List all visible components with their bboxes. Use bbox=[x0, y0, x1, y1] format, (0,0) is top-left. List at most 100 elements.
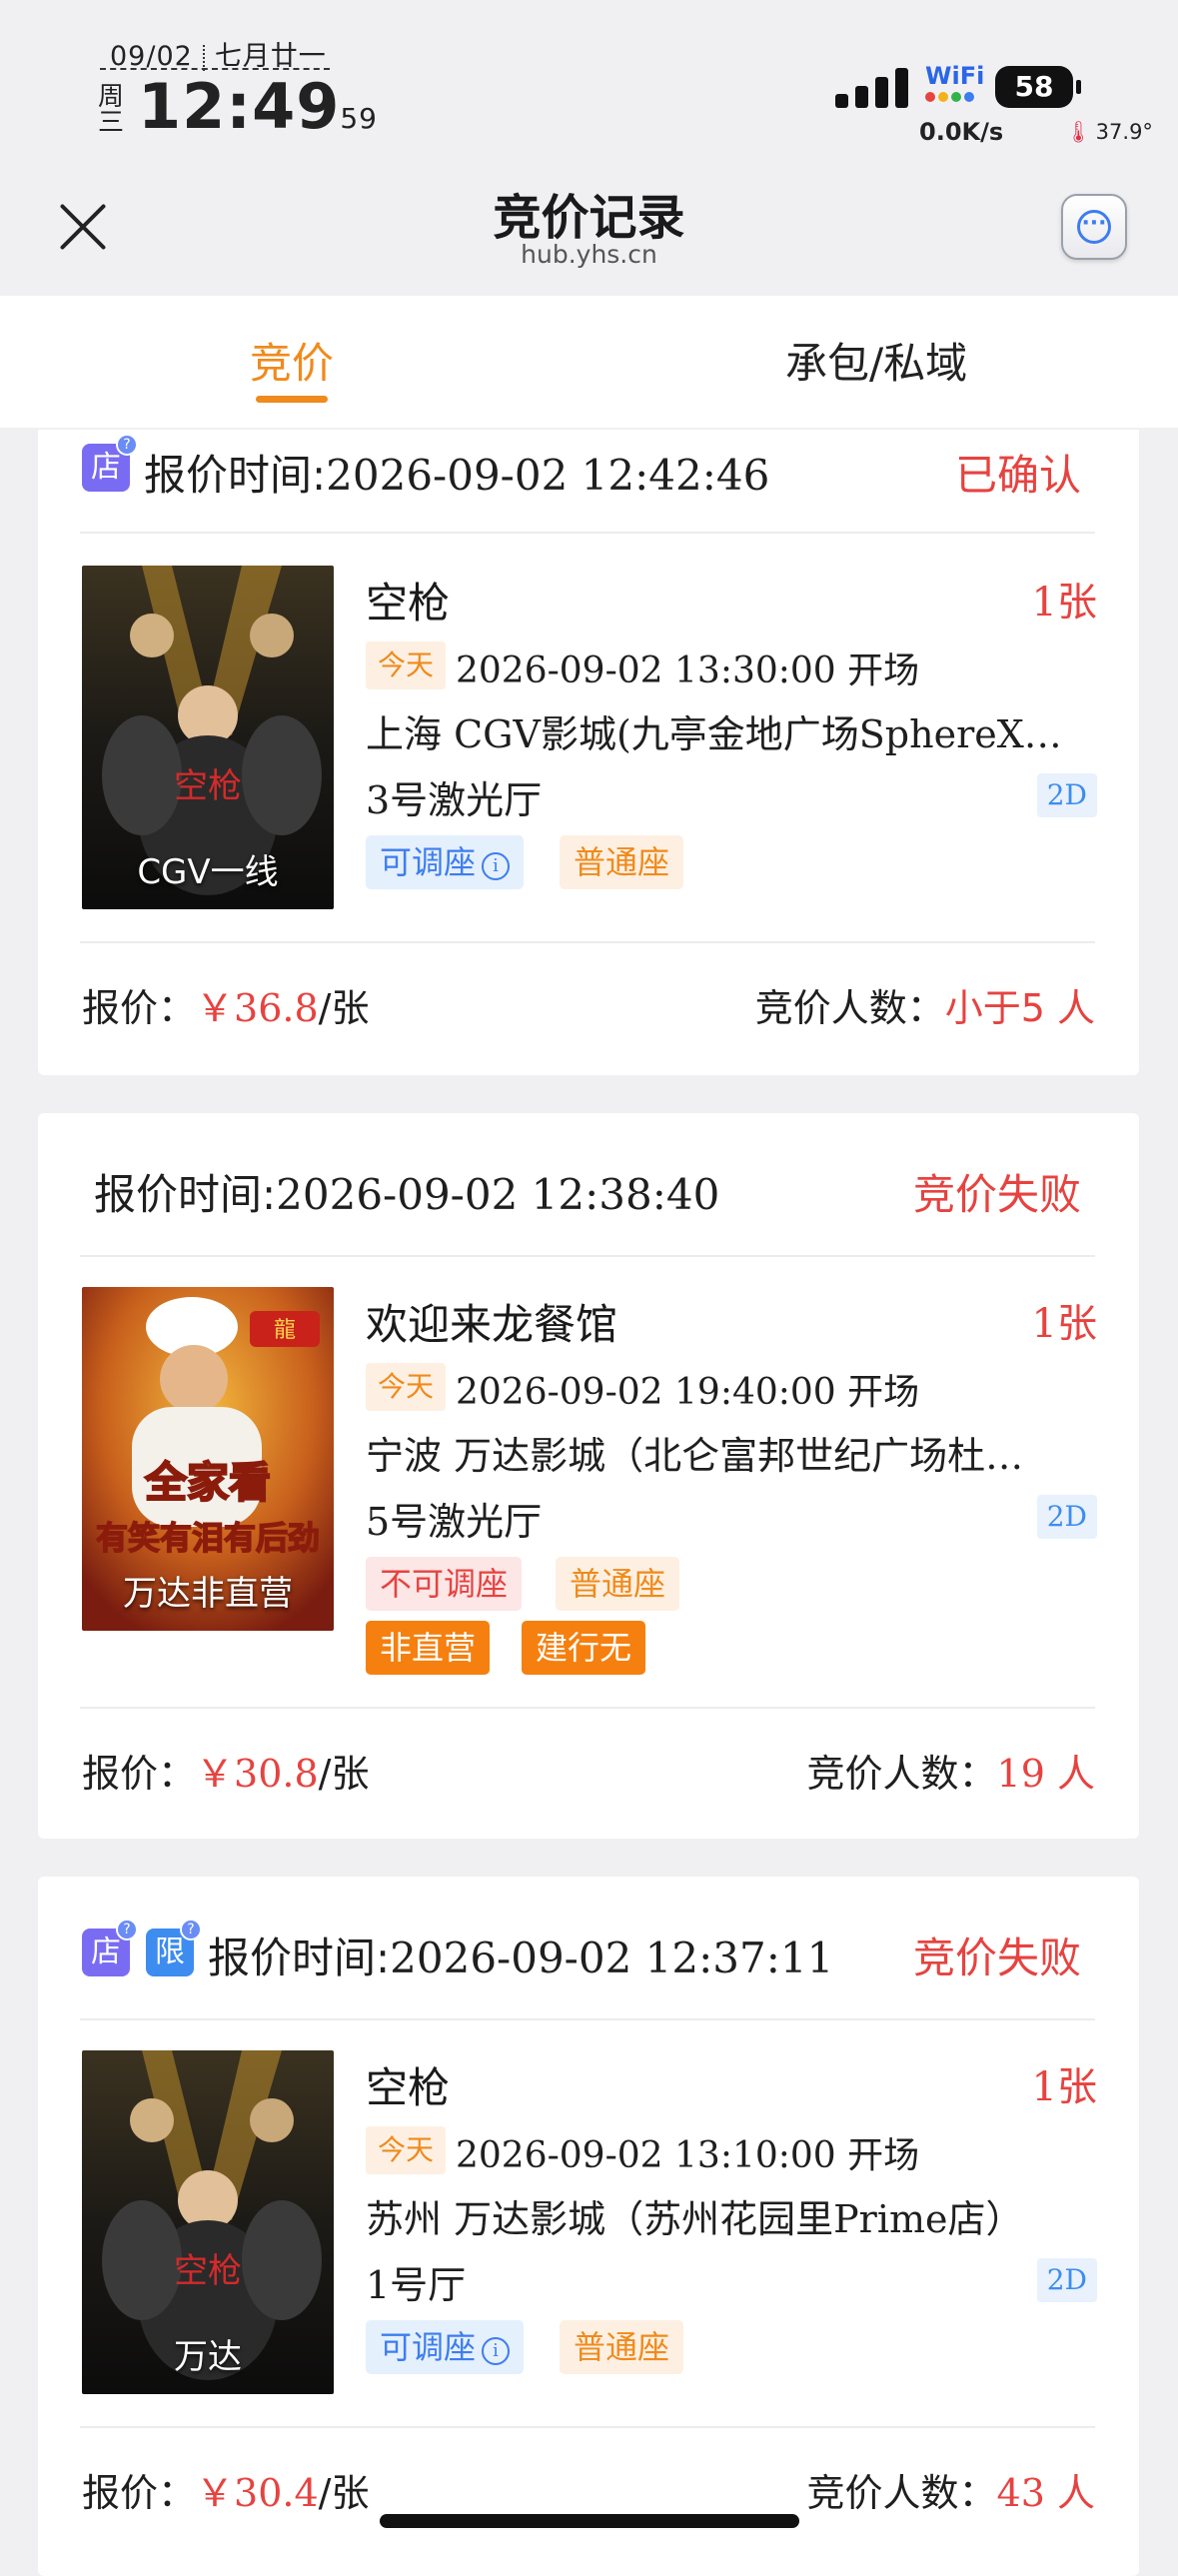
divider bbox=[80, 532, 1095, 534]
cinema-name: 宁波 万达影城（北仑富邦世纪广场杜… bbox=[366, 1434, 1024, 1478]
bidder-count-label: 竞价人数： bbox=[754, 986, 945, 1030]
seat-adjustable-tag[interactable]: 可调座 i bbox=[366, 2320, 525, 2374]
info-icon[interactable]: i bbox=[482, 2337, 511, 2365]
battery-icon: 58 bbox=[995, 66, 1081, 108]
bidder-count-unit: 人 bbox=[1056, 986, 1095, 1030]
page-subtitle: hub.yhs.cn bbox=[521, 240, 657, 269]
quote-time: 报价时间:2026-09-02 12:38:40 bbox=[94, 1161, 719, 1222]
divider bbox=[80, 941, 1095, 943]
help-icon: ? bbox=[116, 434, 138, 456]
bid-price-unit: /张 bbox=[318, 2471, 370, 2515]
format-badge: 2D bbox=[1036, 1495, 1097, 1539]
info-icon[interactable]: i bbox=[482, 852, 511, 880]
tab-active-indicator bbox=[256, 396, 328, 403]
divider bbox=[80, 1255, 1095, 1257]
seat-not-adjustable-tag: 不可调座 bbox=[366, 1557, 523, 1611]
temperature-value: 37.9° bbox=[1095, 120, 1153, 144]
net-speed: 0.0K/s bbox=[919, 118, 1004, 146]
bidder-count-value: 43 bbox=[996, 2471, 1045, 2515]
cinema-name: 苏州 万达影城（苏州花园里Prime店） bbox=[366, 2197, 1024, 2241]
ticket-quantity-number: 1 bbox=[1031, 580, 1057, 626]
tab-bar: 竞价 承包/私域 bbox=[0, 296, 1178, 428]
temperature: 🌡 37.9° bbox=[1065, 120, 1153, 145]
show-time-suffix: 开场 bbox=[847, 1372, 920, 1413]
limit-badge-label: 限 bbox=[155, 1934, 185, 1969]
movie-title: 欢迎来龙餐馆 bbox=[366, 1300, 618, 1349]
ticket-quantity: 1张 bbox=[1032, 2054, 1097, 2112]
bidder-count: 竞价人数：43 人 bbox=[807, 2462, 1095, 2517]
wifi-label: WiFi bbox=[925, 62, 985, 90]
quote-time-value: 2026-09-02 12:37:11 bbox=[390, 1933, 834, 1982]
store-badge-label: 店 bbox=[91, 1934, 121, 1969]
bidder-count-unit: 人 bbox=[1056, 2471, 1095, 2515]
bid-price: 报价：￥36.8/张 bbox=[82, 977, 369, 1032]
ticket-quantity-number: 1 bbox=[1031, 1301, 1057, 1347]
limit-badge[interactable]: 限? bbox=[146, 1919, 202, 1976]
hall-name: 5号激光厅 bbox=[366, 1500, 543, 1544]
poster-caption: 万达 bbox=[174, 2337, 242, 2377]
store-badge[interactable]: 店? bbox=[82, 434, 138, 492]
status-badge: 竞价失败 bbox=[912, 1933, 1081, 1982]
movie-poster[interactable]: 空枪 CGV一线 bbox=[82, 566, 334, 909]
more-menu-button[interactable]: ··· bbox=[1061, 194, 1127, 260]
help-icon: ? bbox=[180, 1919, 202, 1940]
poster-tagline-2: 有笑有泪有后劲 bbox=[96, 1519, 320, 1557]
movie-title: 空枪 bbox=[366, 579, 451, 628]
bank-tag: 建行无 bbox=[522, 1621, 646, 1675]
svg-text:空枪: 空枪 bbox=[174, 766, 242, 806]
wifi-icon: WiFi bbox=[925, 62, 985, 112]
bid-price-value: ￥30.8 bbox=[196, 1752, 319, 1796]
seat-adjustable-tag[interactable]: 可调座 i bbox=[366, 835, 525, 889]
seat-type-tag: 普通座 bbox=[560, 2320, 684, 2374]
bid-record-card[interactable]: 店? 报价时间:2026-09-02 12:42:46 已确认 空枪 CGV一线… bbox=[38, 430, 1139, 1075]
bid-price: 报价：￥30.8/张 bbox=[82, 1743, 369, 1798]
today-tag: 今天 bbox=[366, 642, 447, 689]
bidder-count-value: 19 bbox=[996, 1752, 1045, 1796]
ticket-quantity-unit: 张 bbox=[1057, 2064, 1097, 2110]
movie-title: 空枪 bbox=[366, 2063, 451, 2112]
quote-time-label: 报价时间: bbox=[144, 451, 327, 500]
movie-poster[interactable]: 空枪 万达 bbox=[82, 2050, 334, 2394]
more-icon: ··· bbox=[1077, 210, 1111, 244]
bidder-count-label: 竞价人数： bbox=[806, 1752, 997, 1796]
page-title: 竞价记录 bbox=[493, 190, 685, 246]
bid-record-card[interactable]: 报价时间:2026-09-02 12:38:40 竞价失败 龍 全家看 有笑有泪… bbox=[38, 1113, 1139, 1839]
bid-price-label: 报价： bbox=[82, 2471, 197, 2515]
bid-record-card[interactable]: 店? 限? 报价时间:2026-09-02 12:37:11 竞价失败 空枪 万… bbox=[38, 1877, 1139, 2576]
format-badge: 2D bbox=[1036, 773, 1097, 817]
cellular-signal-icon bbox=[835, 66, 909, 108]
tab-bidding[interactable]: 竞价 bbox=[250, 330, 334, 391]
tab-contract-private[interactable]: 承包/私域 bbox=[785, 330, 967, 391]
thermometer-icon: 🌡 bbox=[1065, 120, 1092, 144]
show-time-suffix: 开场 bbox=[847, 2135, 920, 2176]
svg-text:空枪: 空枪 bbox=[174, 2251, 242, 2291]
weekday-top: 周 bbox=[98, 82, 125, 112]
clock-seconds: 59 bbox=[340, 102, 378, 135]
ticket-quantity-unit: 张 bbox=[1057, 1301, 1097, 1347]
ticket-quantity: 1张 bbox=[1032, 570, 1097, 628]
weekday: 周 三 bbox=[98, 82, 125, 138]
seat-type-tag: 普通座 bbox=[556, 1557, 680, 1611]
bid-price-unit: /张 bbox=[318, 1752, 370, 1796]
clock: 12:4959 bbox=[138, 70, 378, 143]
format-badge: 2D bbox=[1036, 2258, 1097, 2302]
show-time: 2026-09-02 13:10:00 开场 bbox=[456, 2126, 919, 2178]
cinema-name: 上海 CGV影城(九亭金地广场SphereX… bbox=[366, 712, 1062, 756]
show-time: 2026-09-02 13:30:00 开场 bbox=[456, 642, 919, 693]
bid-price: 报价：￥30.4/张 bbox=[82, 2462, 369, 2517]
store-badge[interactable]: 店? bbox=[82, 1919, 138, 1976]
svg-text:龍: 龍 bbox=[274, 1318, 296, 1343]
quote-time-value: 2026-09-02 12:42:46 bbox=[326, 451, 770, 500]
bid-price-unit: /张 bbox=[318, 986, 370, 1030]
movie-poster[interactable]: 龍 全家看 有笑有泪有后劲 万达非直营 bbox=[82, 1287, 334, 1631]
bid-price-label: 报价： bbox=[82, 1752, 197, 1796]
clock-time: 12:49 bbox=[138, 70, 341, 143]
home-indicator[interactable] bbox=[380, 2514, 799, 2528]
seat-adjustable-label: 可调座 bbox=[380, 2328, 477, 2366]
poster-caption: 万达非直营 bbox=[123, 1574, 293, 1614]
poster-caption: CGV一线 bbox=[137, 852, 279, 892]
poster-tagline: 全家看 bbox=[144, 1458, 271, 1507]
show-time-value: 2026-09-02 13:10:00 bbox=[456, 2135, 836, 2176]
ticket-quantity-number: 1 bbox=[1031, 2064, 1057, 2110]
weekday-bottom: 三 bbox=[98, 108, 125, 138]
